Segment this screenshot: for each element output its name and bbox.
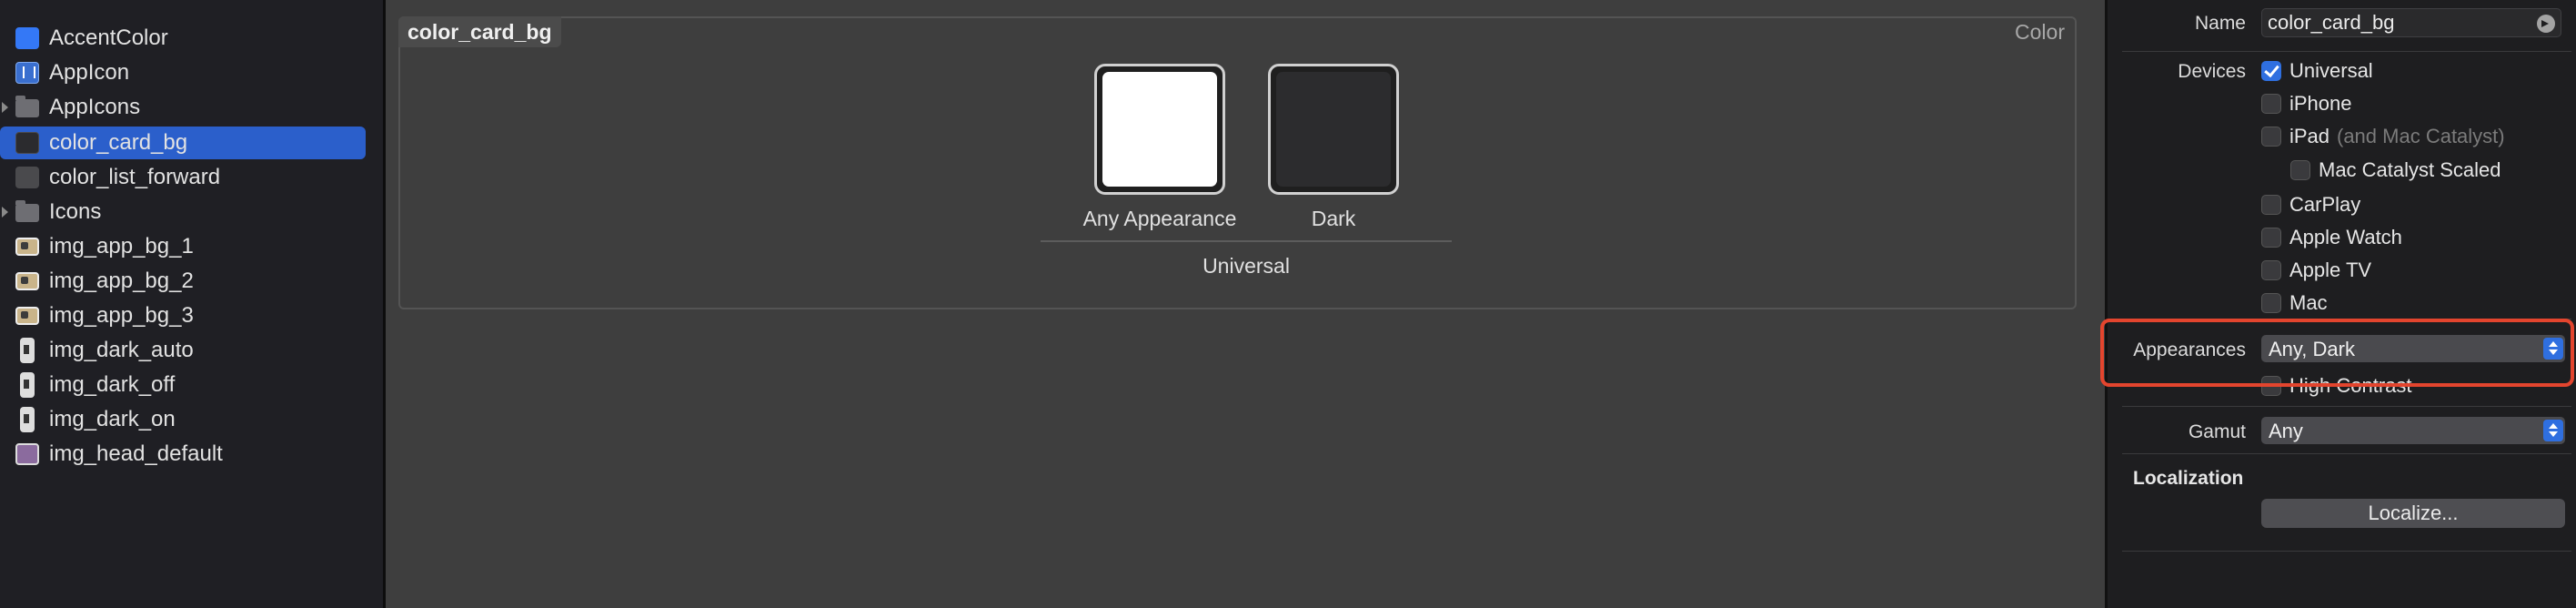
checkbox-apple-tv[interactable] [2261,260,2281,280]
sidebar-item-appicons[interactable]: AppIcons [0,91,366,124]
image-set-icon [15,307,39,325]
sidebar-item-label: color_list_forward [49,165,221,189]
sidebar-item-img-app-bg-2[interactable]: img_app_bg_2 [0,265,366,298]
image-set-icon [15,443,39,465]
checkbox-label: Universal [2289,59,2373,82]
asset-list-sidebar: AccentColor AppIcon AppIcons color_card_… [0,0,383,608]
name-label: Name [2194,13,2246,34]
image-set-icon [20,338,35,363]
sidebar-item-label: Icons [49,199,102,224]
separator [2122,406,2571,407]
gamut-popup[interactable]: Any [2261,417,2565,444]
image-set-icon [15,238,39,256]
name-input[interactable] [2268,12,2522,34]
color-well-any-appearance[interactable] [1094,64,1225,195]
asset-editor: color_card_bg Color Any Appearance Dark … [386,0,2105,608]
checkbox-label: Mac Catalyst Scaled [2319,158,2501,181]
checkbox-mac-catalyst-scaled[interactable] [2290,160,2310,180]
app-icon-icon [15,62,39,84]
checkbox-universal[interactable] [2261,61,2281,81]
reveal-arrow-icon[interactable] [2537,15,2555,33]
folder-icon [15,96,39,117]
gamut-label: Gamut [2188,421,2246,442]
checkbox-ipad[interactable] [2261,127,2281,147]
color-set-title: color_card_bg [398,16,561,47]
checkbox-label: iPhone [2289,92,2352,115]
color-well-label: Any Appearance [1082,207,1237,230]
image-set-icon [20,372,35,398]
checkbox-label: Apple Watch [2289,226,2402,248]
asset-kind-label: Color [2015,20,2065,44]
sidebar-item-label: AccentColor [49,25,168,50]
attributes-inspector: Name Devices Universal iPhone iPad (and … [2108,0,2576,608]
device-divider [1041,240,1452,242]
separator [2122,453,2571,454]
device-group-label: Universal [1202,254,1290,278]
sidebar-item-label: color_card_bg [49,130,188,155]
image-set-icon [20,407,35,432]
sidebar-item-label: img_dark_off [49,372,176,397]
localize-button[interactable]: Localize... [2261,499,2565,528]
popup-arrows-icon [2543,420,2563,441]
color-swatch [1276,72,1391,187]
checkbox-carplay[interactable] [2261,195,2281,215]
gamut-value: Any [2269,420,2303,442]
sidebar-item-label: img_head_default [49,441,223,466]
sidebar-item-accentcolor[interactable]: AccentColor [0,22,366,55]
separator [2122,551,2571,552]
checkbox-mac[interactable] [2261,293,2281,313]
color-well-dark[interactable] [1268,64,1399,195]
folder-icon [15,200,39,222]
localization-heading: Localization [2133,468,2244,489]
sidebar-item-appicon[interactable]: AppIcon [0,56,366,89]
color-set-icon [15,167,39,188]
color-set-icon [15,132,39,154]
annotation-highlight-box [2100,319,2574,387]
sidebar-item-label: img_app_bg_3 [49,303,194,328]
disclosure-triangle-icon[interactable] [2,102,8,113]
sidebar-item-img-app-bg-1[interactable]: img_app_bg_1 [0,230,366,263]
sidebar-item-img-dark-on[interactable]: img_dark_on [0,403,366,436]
sidebar-item-img-dark-auto[interactable]: img_dark_auto [0,334,366,367]
checkbox-label: Mac [2289,291,2328,314]
sidebar-item-label: AppIcon [49,60,130,85]
checkbox-apple-watch[interactable] [2261,228,2281,248]
sidebar-item-img-dark-off[interactable]: img_dark_off [0,369,366,401]
ipad-note: (and Mac Catalyst) [2337,125,2505,147]
sidebar-item-color-list-forward[interactable]: color_list_forward [0,161,366,194]
sidebar-item-img-app-bg-3[interactable]: img_app_bg_3 [0,299,366,332]
sidebar-item-label: AppIcons [49,95,141,119]
name-field[interactable] [2261,8,2561,37]
checkbox-iphone[interactable] [2261,94,2281,114]
sidebar-item-color-card-bg[interactable]: color_card_bg [0,127,366,159]
sidebar-item-label: img_dark_on [49,407,176,431]
sidebar-item-label: img_app_bg_2 [49,269,194,293]
sidebar-item-img-head-default[interactable]: img_head_default [0,438,366,471]
accent-color-icon [15,27,39,49]
separator [2122,51,2571,52]
checkbox-label: iPad [2289,125,2330,147]
checkbox-label: CarPlay [2289,193,2361,216]
devices-label: Devices [2178,61,2246,82]
image-set-icon [15,272,39,290]
checkbox-label: Apple TV [2289,258,2372,281]
sidebar-item-icons[interactable]: Icons [0,196,366,228]
color-swatch [1102,72,1217,187]
sidebar-item-label: img_app_bg_1 [49,234,194,258]
color-well-label: Dark [1311,207,1356,230]
disclosure-triangle-icon[interactable] [2,207,8,218]
sidebar-item-label: img_dark_auto [49,338,194,362]
